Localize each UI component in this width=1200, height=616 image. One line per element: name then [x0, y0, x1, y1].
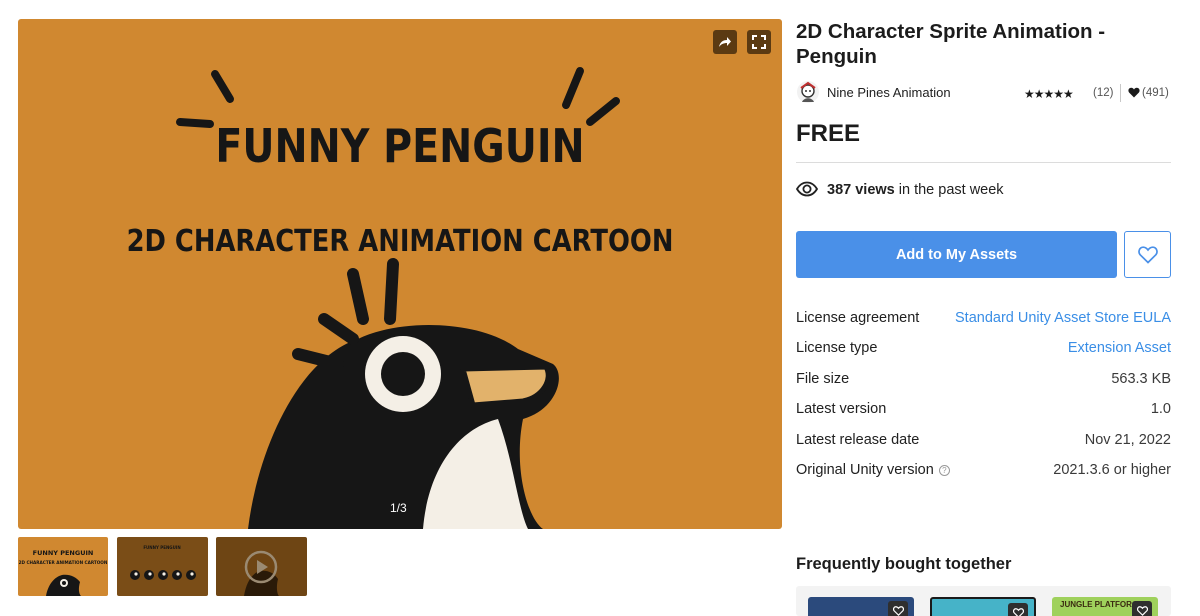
detail-label: Latest release date	[796, 432, 920, 448]
bundle-card[interactable]: JUNGLE PLATFOR	[1052, 597, 1158, 616]
views-suffix: in the past week	[898, 182, 1004, 198]
detail-row-release-date: Latest release date Nov 21, 2022	[796, 432, 1171, 452]
price-divider	[796, 162, 1171, 163]
thumbnail-1[interactable]: FUNNY PENGUIN 2D CHARACTER ANIMATION CAR…	[18, 537, 108, 596]
share-arrow-icon	[719, 37, 731, 47]
publisher-divider	[1120, 84, 1121, 102]
detail-label: File size	[796, 371, 850, 387]
thumbnail-2[interactable]: FUNNY PENGUIN	[117, 537, 208, 596]
thumbnail-2-headline: FUNNY PENGUIN	[143, 545, 180, 550]
bundle-card[interactable]	[930, 597, 1036, 616]
heart-outline-icon	[892, 606, 904, 616]
publisher-avatar[interactable]	[796, 80, 820, 104]
bundle-card-label: JUNGLE PLATFOR	[1060, 600, 1132, 609]
card-heart-button[interactable]	[1132, 601, 1152, 616]
publisher-row: Nine Pines Animation ★★★★★ (12) (491)	[796, 80, 1171, 106]
share-button[interactable]	[713, 30, 737, 54]
rating-count[interactable]: (12)	[1093, 87, 1113, 99]
publisher-name[interactable]: Nine Pines Animation	[827, 85, 951, 100]
detail-row-license-type: License type Extension Asset	[796, 340, 1171, 360]
bundle-card[interactable]	[808, 597, 914, 616]
detail-label: License type	[796, 340, 878, 356]
slide-counter: 1/3	[390, 501, 407, 515]
thumbnail-3-video[interactable]	[216, 537, 307, 596]
hero-headline: FUNNY PENGUIN	[215, 119, 585, 173]
card-heart-button[interactable]	[888, 601, 908, 616]
thumbnail-1-headline: FUNNY PENGUIN	[33, 549, 94, 557]
card-heart-button[interactable]	[1008, 603, 1028, 616]
product-title: 2D Character Sprite Animation - Penguin	[796, 20, 1106, 68]
thumbnail-1-image: FUNNY PENGUIN 2D CHARACTER ANIMATION CAR…	[19, 549, 108, 596]
detail-value: 2021.3.6 or higher	[1053, 462, 1171, 478]
detail-row-file-size: File size 563.3 KB	[796, 371, 1171, 391]
views-count: 387 views	[827, 182, 895, 198]
hero-subheadline: 2D CHARACTER ANIMATION CARTOON	[126, 224, 674, 259]
main-gallery[interactable]: FUNNY PENGUIN 2D CHARACTER ANIMATION CAR…	[18, 19, 782, 529]
eye-icon	[796, 181, 818, 197]
detail-label: Latest version	[796, 401, 887, 417]
thumbnail-2-image: FUNNY PENGUIN	[130, 545, 196, 580]
unity-version-label: Original Unity version	[796, 462, 934, 478]
detail-value: Nov 21, 2022	[1084, 432, 1171, 448]
thumbnail-3-image	[244, 550, 279, 596]
license-agreement-link[interactable]: Standard Unity Asset Store EULA	[955, 310, 1171, 326]
detail-row-unity-version: Original Unity version? 2021.3.6 or high…	[796, 462, 1171, 482]
detail-row-latest-version: Latest version 1.0	[796, 401, 1171, 421]
add-to-my-assets-button[interactable]: Add to My Assets	[796, 231, 1117, 278]
detail-value: 1.0	[1150, 401, 1171, 417]
wishlist-button[interactable]	[1124, 231, 1171, 278]
heart-icon	[1128, 87, 1140, 98]
fullscreen-icon	[752, 35, 766, 49]
frequently-bought-carousel: JUNGLE PLATFOR	[796, 586, 1171, 616]
rating-stars-icon[interactable]: ★★★★★	[1024, 87, 1074, 101]
license-type-link[interactable]: Extension Asset	[1068, 340, 1171, 356]
fullscreen-button[interactable]	[747, 30, 771, 54]
price: FREE	[796, 120, 861, 147]
thumbnail-1-subheadline: 2D CHARACTER ANIMATION CARTOON	[19, 560, 108, 565]
heart-outline-icon	[1137, 245, 1158, 264]
detail-value: 563.3 KB	[1111, 371, 1171, 387]
help-icon[interactable]: ?	[938, 465, 950, 476]
detail-label: Original Unity version?	[796, 462, 950, 478]
penguin-illustration	[176, 67, 620, 529]
detail-row-license-agreement: License agreement Standard Unity Asset S…	[796, 310, 1171, 330]
frequently-bought-title: Frequently bought together	[796, 555, 1012, 573]
heart-outline-icon	[1136, 606, 1148, 616]
favorites-count: (491)	[1142, 87, 1169, 99]
heart-outline-icon	[1012, 608, 1024, 616]
detail-label: License agreement	[796, 310, 920, 326]
